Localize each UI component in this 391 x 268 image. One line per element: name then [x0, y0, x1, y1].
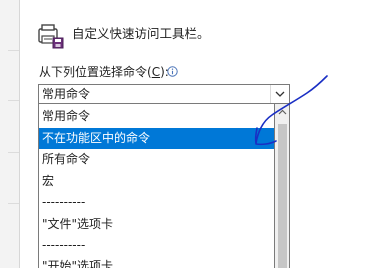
scrollbar-thumb[interactable]: [278, 124, 287, 268]
choose-commands-dropdown[interactable]: 常用命令: [38, 84, 290, 104]
dropdown-option-macros[interactable]: 宏: [39, 171, 274, 192]
left-panel-strip: [0, 0, 20, 268]
dropdown-selected-value: 常用命令: [42, 87, 91, 101]
choose-commands-label-text: 从下列位置选择命令(: [39, 65, 152, 79]
sidebar-divider: [8, 50, 19, 51]
dropdown-toggle[interactable]: [270, 85, 289, 103]
quick-access-toolbar-icon: [38, 24, 64, 49]
dropdown-list[interactable]: 常用命令 不在功能区中的命令 所有命令 宏 ---------- "文件"选项卡…: [38, 104, 275, 268]
sidebar-divider: [8, 100, 19, 101]
dropdown-option-home-tab[interactable]: "开始"选项卡: [39, 256, 274, 268]
scroll-up-arrow-icon[interactable]: [278, 109, 287, 115]
dropdown-option-commands-not-in-ribbon[interactable]: 不在功能区中的命令: [39, 128, 274, 149]
dropdown-scrollbar[interactable]: [275, 104, 290, 268]
choose-commands-label: 从下列位置选择命令(C):: [39, 65, 169, 80]
dropdown-option-file-tab[interactable]: "文件"选项卡: [39, 214, 274, 235]
info-icon[interactable]: [167, 66, 178, 77]
section-title: 自定义快速访问工具栏。: [72, 26, 210, 41]
sidebar-divider: [8, 203, 19, 204]
dropdown-separator: ----------: [42, 195, 86, 209]
dropdown-option-all-commands[interactable]: 所有命令: [39, 149, 274, 170]
dropdown-separator: ----------: [42, 238, 86, 252]
chevron-down-icon: [275, 91, 285, 97]
sidebar-divider: [8, 152, 19, 153]
access-key: C: [151, 65, 161, 79]
dropdown-option-popular-commands[interactable]: 常用命令: [39, 106, 274, 127]
